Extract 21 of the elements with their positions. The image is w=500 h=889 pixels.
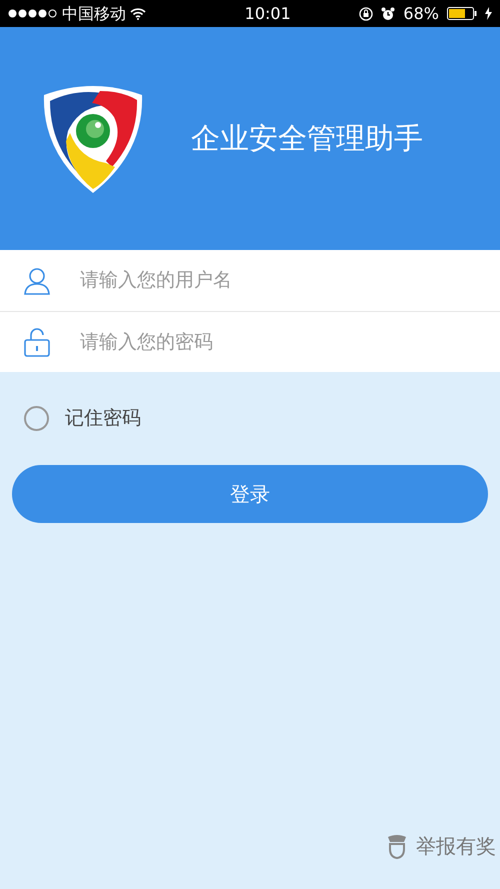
alarm-icon [381,6,396,20]
username-input[interactable]: 请输入您的用户名 [78,265,500,296]
clock-time: 10:01 [244,2,291,24]
password-input[interactable]: 请输入您的密码 [78,326,500,358]
password-field[interactable]: 请输入您的密码 [0,311,500,372]
carrier-name: 中国移动 [62,2,126,24]
username-field[interactable]: 请输入您的用户名 [0,250,500,311]
report-link[interactable]: 举报有奖 [416,831,496,861]
battery-icon [446,7,477,20]
login-button[interactable]: 登录 [12,464,488,522]
unlock-icon [24,327,50,357]
user-icon [24,266,50,294]
police-icon [386,833,408,859]
app-title: 企业安全管理助手 [191,120,423,157]
battery-percent: 68% [403,2,439,24]
signal-icon [8,9,58,18]
charging-icon [484,7,492,20]
rotation-lock-icon [359,6,374,20]
remember-label: 记住密码 [65,406,141,431]
wifi-icon [130,8,146,20]
remember-checkbox[interactable] [24,406,49,431]
